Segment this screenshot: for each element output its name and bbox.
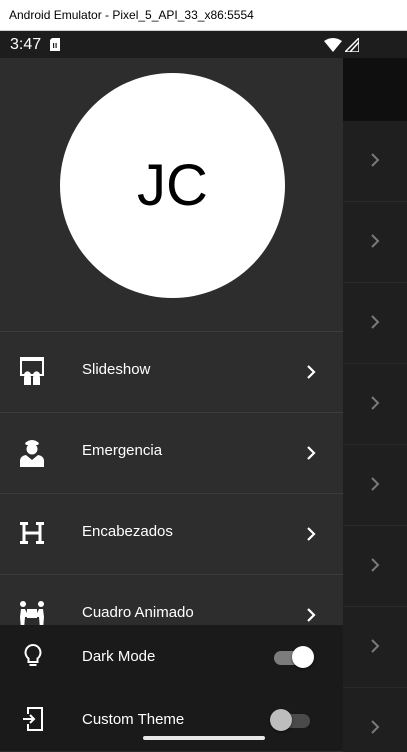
emergency-person-icon [20, 440, 44, 467]
chevron-right-icon [371, 558, 380, 572]
background-list [343, 58, 407, 752]
slideshow-icon [20, 357, 44, 385]
toggle-thumb [292, 646, 314, 668]
avatar-initials: JC [137, 153, 208, 218]
list-item[interactable] [343, 283, 407, 364]
menu-item-slideshow[interactable]: Slideshow [0, 331, 343, 411]
chevron-right-icon [307, 527, 316, 541]
phone-screen: 3:47 JC Slideshow Emergencia Encabezados… [0, 31, 407, 752]
chevron-right-icon [307, 446, 316, 460]
emulator-title-bar: Android Emulator - Pixel_5_API_33_x86:55… [0, 0, 407, 31]
window-title: Android Emulator - Pixel_5_API_33_x86:55… [9, 8, 254, 22]
menu-item-label: Cuadro Animado [82, 604, 194, 621]
menu-item-label: Emergencia [82, 442, 163, 459]
menu-item-encabezados[interactable]: Encabezados [0, 493, 343, 573]
chevron-right-icon [371, 720, 380, 734]
menu-item-label: Encabezados [82, 523, 173, 540]
chevron-right-icon [307, 608, 316, 622]
phone-login-icon [23, 707, 43, 731]
gesture-navigation-bar[interactable] [143, 736, 265, 740]
settings-panel: Dark Mode Custom Theme [0, 625, 343, 751]
list-item[interactable] [343, 526, 407, 607]
toggle-thumb [270, 709, 292, 731]
custom-theme-label: Custom Theme [82, 711, 185, 728]
dark-mode-label: Dark Mode [82, 648, 156, 665]
chevron-right-icon [371, 639, 380, 653]
list-item[interactable] [343, 364, 407, 445]
signal-icon [345, 38, 359, 52]
dark-mode-row[interactable]: Dark Mode [0, 625, 343, 688]
lightbulb-icon [24, 643, 42, 666]
chevron-right-icon [371, 315, 380, 329]
list-item[interactable] [343, 607, 407, 688]
custom-theme-toggle[interactable] [270, 708, 314, 732]
menu-item-emergencia[interactable]: Emergencia [0, 412, 343, 492]
list-item[interactable] [343, 445, 407, 526]
chevron-right-icon [371, 153, 380, 167]
wifi-icon [324, 38, 342, 52]
app-bar [343, 58, 407, 121]
status-time: 3:47 [10, 36, 42, 53]
status-bar: 3:47 [0, 31, 407, 58]
list-item[interactable] [343, 688, 407, 752]
chevron-right-icon [371, 396, 380, 410]
dark-mode-toggle[interactable] [270, 645, 314, 669]
navigation-drawer: JC Slideshow Emergencia Encabezados Cuad… [0, 58, 343, 752]
avatar[interactable]: JC [60, 73, 285, 298]
list-item[interactable] [343, 121, 407, 202]
heading-icon [20, 522, 44, 544]
chevron-right-icon [371, 477, 380, 491]
sim-card-icon [50, 38, 60, 51]
list-item[interactable] [343, 202, 407, 283]
chevron-right-icon [307, 365, 316, 379]
chevron-right-icon [371, 234, 380, 248]
menu-item-label: Slideshow [82, 361, 151, 378]
custom-theme-row[interactable]: Custom Theme [0, 688, 343, 751]
